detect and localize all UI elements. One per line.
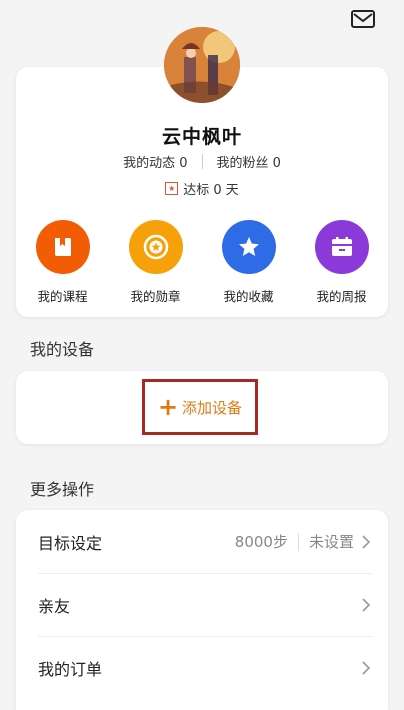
profile-card: 云中枫叶 我的动态 0 我的粉丝 0 ★ 达标 0 天 我的课程 我的勋章 我的… xyxy=(16,67,388,317)
add-device-button[interactable]: + 添加设备 xyxy=(142,379,258,435)
plus-icon: + xyxy=(157,393,179,421)
row-orders-label: 我的订单 xyxy=(38,659,103,679)
chevron-right-icon xyxy=(362,597,371,612)
star-badge-icon: ★ xyxy=(165,182,179,195)
goal-divider xyxy=(297,532,299,551)
shortcut-courses-label: 我的课程 xyxy=(37,289,88,304)
row-friends-label: 亲友 xyxy=(38,596,71,616)
more-actions-card: 目标设定 8000步 未设置 亲友 我的订单 xyxy=(16,510,388,710)
more-section-title: 更多操作 xyxy=(30,480,95,499)
stat-fans-value: 0 xyxy=(272,156,281,171)
shortcut-favorites-label: 我的收藏 xyxy=(223,289,274,304)
book-icon xyxy=(35,220,90,274)
row-orders[interactable]: 我的订单 xyxy=(38,636,372,699)
stat-fans[interactable]: 我的粉丝 0 xyxy=(217,152,281,171)
goal-streak-text: 达标 0 天 xyxy=(183,183,239,198)
stats-divider xyxy=(201,154,203,169)
mail-button[interactable] xyxy=(350,8,376,30)
row-goal-setting[interactable]: 目标设定 8000步 未设置 xyxy=(38,510,372,574)
shortcut-favorites[interactable]: 我的收藏 xyxy=(209,220,289,305)
stat-fans-label: 我的粉丝 xyxy=(216,156,269,171)
goal-status-value: 未设置 xyxy=(308,533,354,551)
goal-streak[interactable]: ★ 达标 0 天 xyxy=(16,179,388,198)
calendar-icon xyxy=(314,220,369,274)
shortcut-medals[interactable]: 我的勋章 xyxy=(116,220,196,305)
mail-icon xyxy=(351,10,375,28)
stat-posts-label: 我的动态 xyxy=(123,156,176,171)
shortcut-courses[interactable]: 我的课程 xyxy=(23,220,103,305)
profile-stats: 我的动态 0 我的粉丝 0 xyxy=(16,152,388,171)
goal-steps-value: 8000步 xyxy=(234,533,288,551)
chevron-right-icon xyxy=(362,660,371,675)
devices-section-title: 我的设备 xyxy=(30,340,95,359)
medal-icon xyxy=(128,220,183,274)
row-friends[interactable]: 亲友 xyxy=(38,573,372,637)
stat-posts[interactable]: 我的动态 0 xyxy=(123,152,187,171)
avatar-image xyxy=(164,27,240,103)
shortcut-medals-label: 我的勋章 xyxy=(130,289,181,304)
shortcut-weekly-report[interactable]: 我的周报 xyxy=(302,220,382,305)
shortcut-weekly-report-label: 我的周报 xyxy=(316,289,367,304)
chevron-right-icon xyxy=(362,534,371,549)
shortcut-grid: 我的课程 我的勋章 我的收藏 我的周报 xyxy=(16,220,388,305)
add-device-label: 添加设备 xyxy=(182,398,243,417)
username: 云中枫叶 xyxy=(161,126,242,148)
devices-card: + 添加设备 xyxy=(16,371,388,444)
star-icon xyxy=(221,220,276,274)
avatar[interactable] xyxy=(164,27,240,103)
stat-posts-value: 0 xyxy=(179,156,188,171)
row-goal-setting-label: 目标设定 xyxy=(38,533,103,553)
